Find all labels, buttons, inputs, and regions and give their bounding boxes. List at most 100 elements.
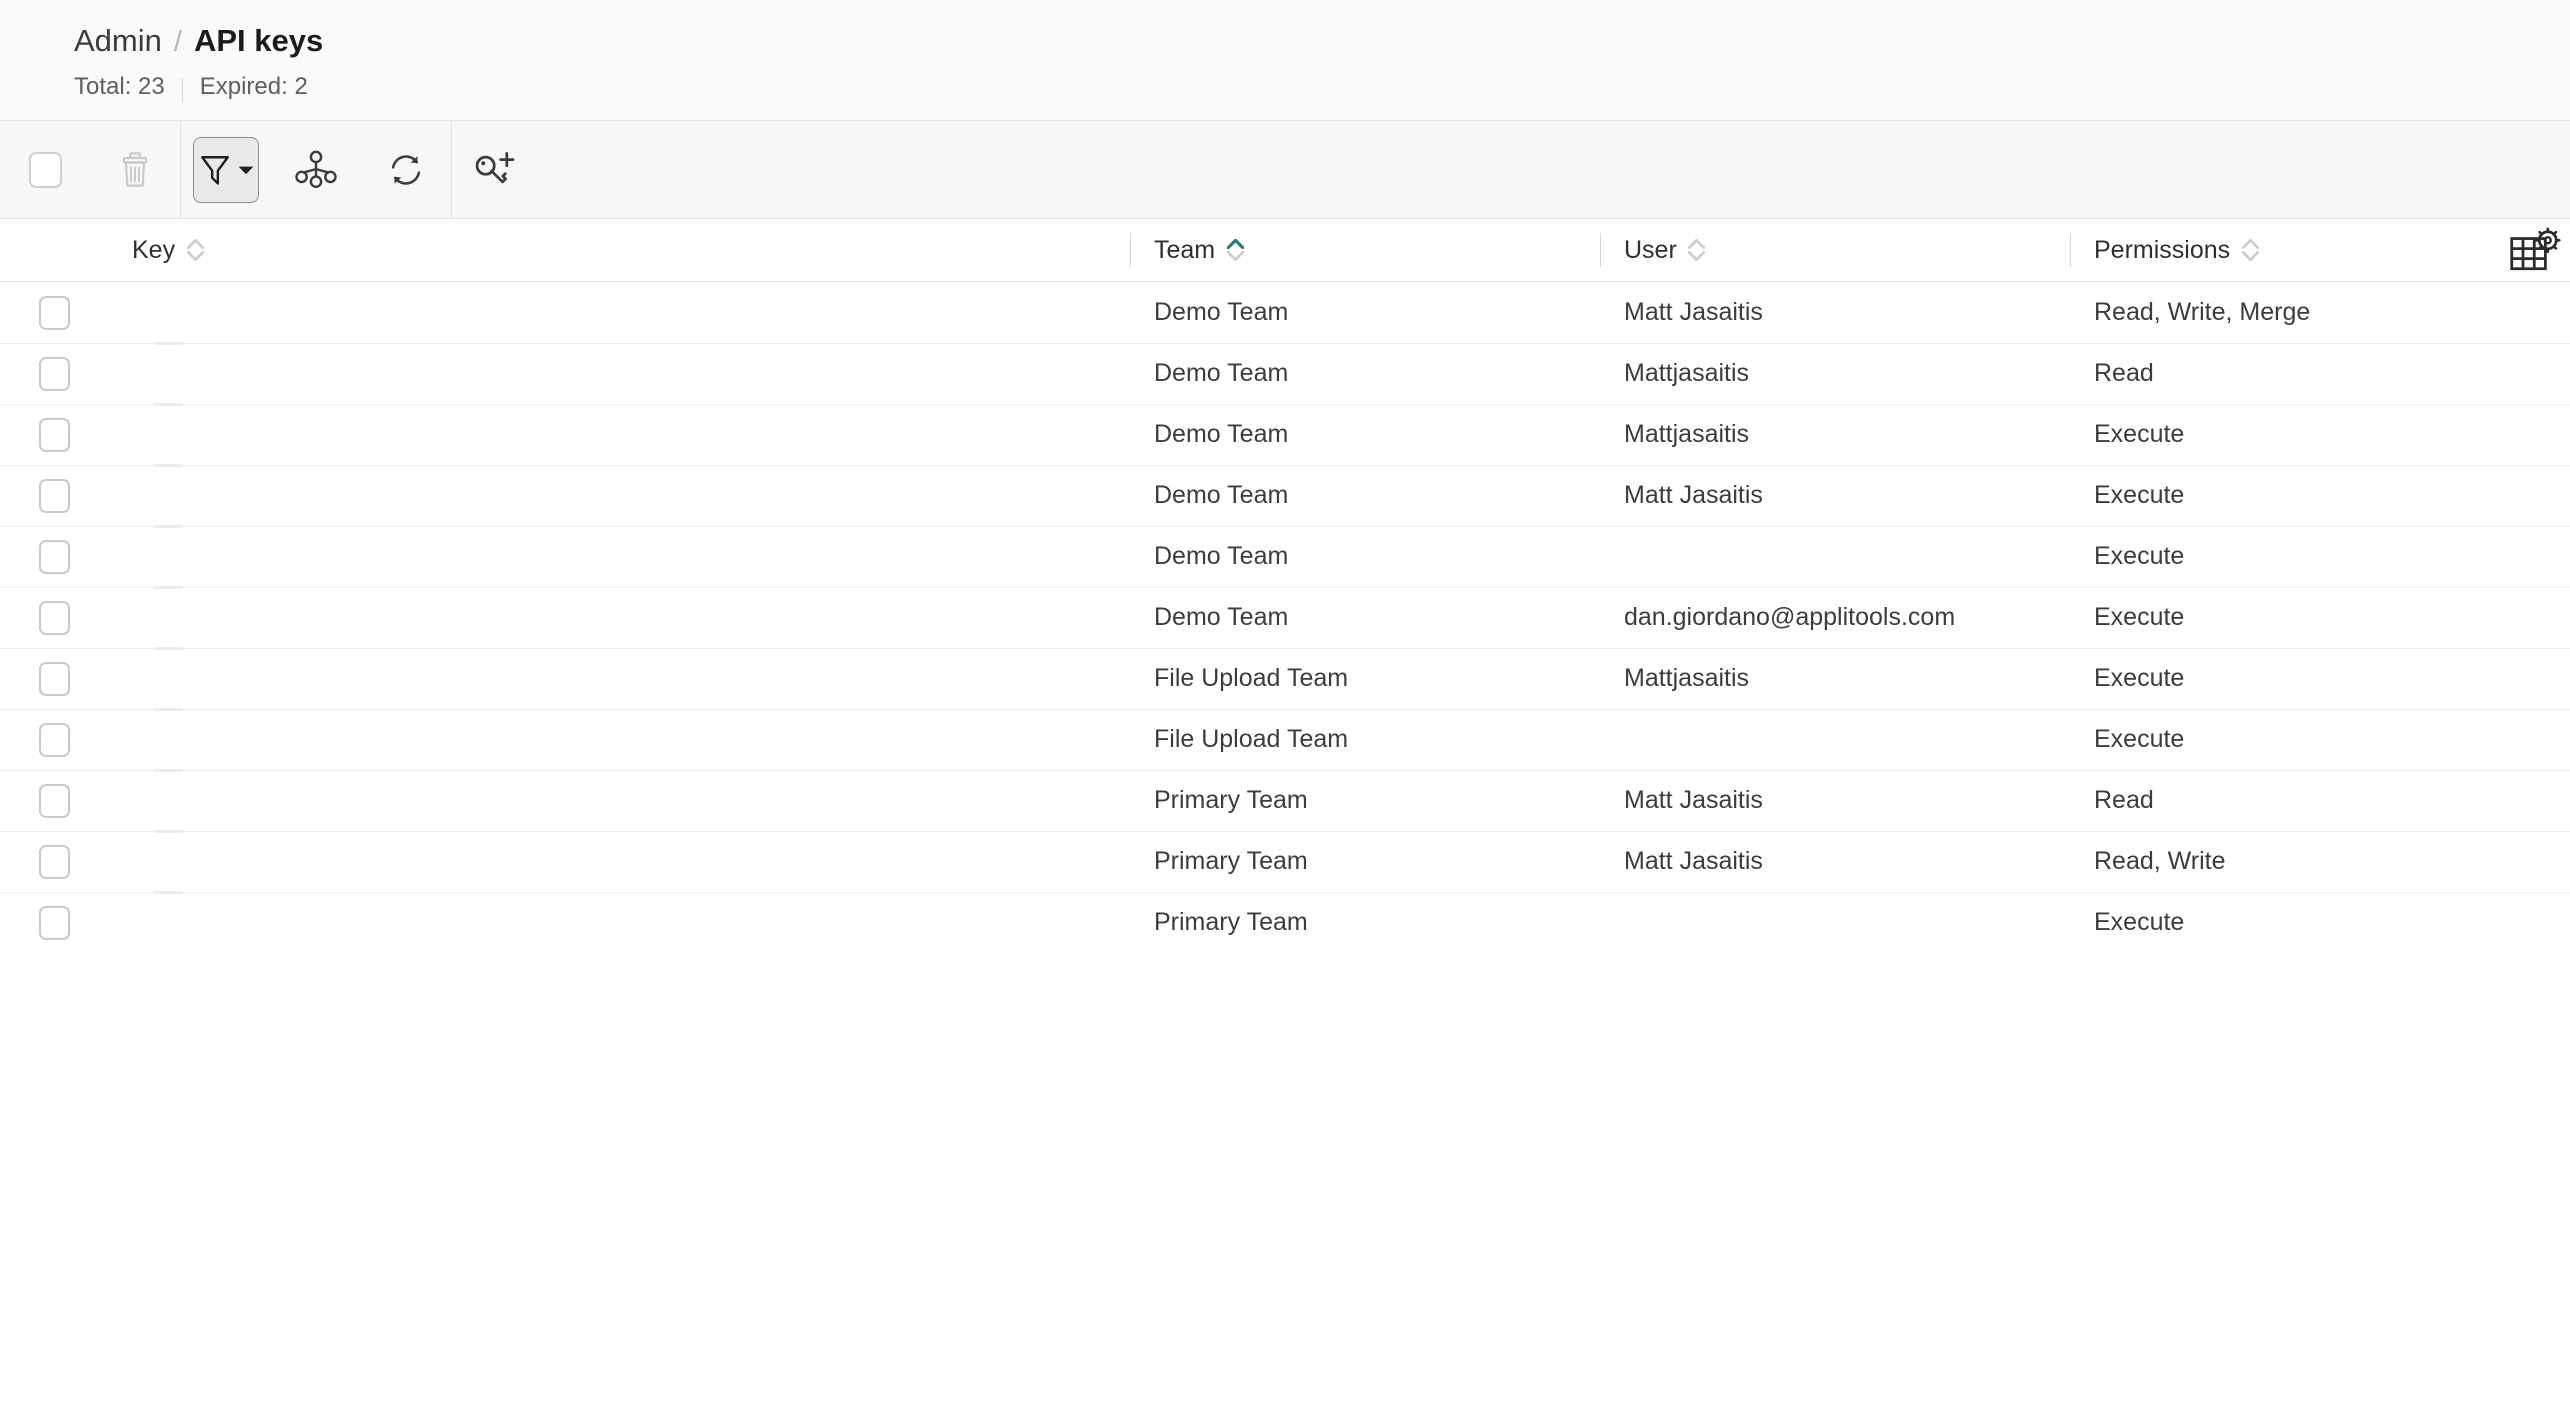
cell-team-value: Primary Team xyxy=(1154,786,1308,815)
table-row[interactable]: OA110Demo TeamExecute xyxy=(0,526,2570,587)
breadcrumb-parent-admin[interactable]: Admin xyxy=(74,24,162,58)
cell-permissions-value: Execute xyxy=(2094,908,2184,937)
sort-descending-icon xyxy=(1227,251,1244,261)
column-header-team-sort[interactable]: Team xyxy=(1130,236,1244,265)
cell-key[interactable]: 03AbWA1c110 xyxy=(108,709,1130,770)
key-clip: No110 xyxy=(108,420,1130,449)
select-all-checkbox[interactable] xyxy=(29,152,62,188)
row-select-cell xyxy=(0,587,108,648)
sort-ascending-icon xyxy=(187,239,204,249)
column-header-key-sort[interactable]: Key xyxy=(108,236,204,265)
cell-permissions-value: Read, Write, Merge xyxy=(2094,298,2310,327)
refresh-icon xyxy=(387,151,425,189)
column-header-permissions-label: Permissions xyxy=(2094,236,2230,265)
cell-team-value: Demo Team xyxy=(1154,298,1288,327)
cell-permissions-value: Read xyxy=(2094,786,2154,815)
row-select-cell xyxy=(0,404,108,465)
header-cell-select xyxy=(0,219,108,281)
key-clip: BZc110 xyxy=(108,908,1130,937)
filter-button-content xyxy=(199,153,254,187)
delete-button[interactable] xyxy=(102,137,168,203)
sort-indicator-key[interactable] xyxy=(186,239,204,261)
cell-team: Demo Team xyxy=(1130,465,1600,526)
cell-permissions-value: Execute xyxy=(2094,542,2184,571)
key-clip: EbeAohBPJPQ110 xyxy=(108,603,1130,632)
stat-expired: Expired: 2 xyxy=(200,73,308,101)
key-clip: 01ZX4GgCIY110 xyxy=(108,481,1130,510)
cell-key[interactable]: W9yKE110 xyxy=(108,648,1130,709)
filter-button[interactable] xyxy=(193,137,259,203)
cell-key[interactable]: P3tSYQA110 xyxy=(108,282,1130,343)
table-row[interactable]: lowE110Primary TeamMatt JasaitisRead, Wr… xyxy=(0,831,2570,892)
cell-user: dan.giordano@applitools.com xyxy=(1600,587,2070,648)
sort-ascending-icon xyxy=(1688,239,1705,249)
row-checkbox[interactable] xyxy=(39,784,70,818)
cell-key[interactable]: qnKhk110 xyxy=(108,770,1130,831)
row-checkbox[interactable] xyxy=(39,601,70,635)
sort-ascending-icon xyxy=(1227,239,1244,249)
row-divider-stub xyxy=(155,403,183,406)
table-row[interactable]: EbeAohBPJPQ110Demo Teamdan.giordano@appl… xyxy=(0,587,2570,648)
row-select-cell xyxy=(0,343,108,404)
cell-key[interactable]: EbeAohBPJPQ110 xyxy=(108,587,1130,648)
sort-indicator-permissions[interactable] xyxy=(2241,239,2259,261)
teams-hierarchy-button[interactable] xyxy=(283,137,349,203)
table-row[interactable]: 9VIGFw110Demo TeamMattjasaitisRead xyxy=(0,343,2570,404)
cell-user: Mattjasaitis xyxy=(1600,343,2070,404)
table-header-row: Key Team xyxy=(0,219,2570,282)
column-header-team[interactable]: Team xyxy=(1130,219,1600,281)
table-row[interactable]: 03AbWA1c110File Upload TeamExecute xyxy=(0,709,2570,770)
table-row[interactable]: W9yKE110File Upload TeamMattjasaitisExec… xyxy=(0,648,2570,709)
column-header-permissions-sort[interactable]: Permissions xyxy=(2070,236,2259,265)
row-checkbox[interactable] xyxy=(39,540,70,574)
row-checkbox[interactable] xyxy=(39,357,70,391)
cell-team-value: Demo Team xyxy=(1154,359,1288,388)
cell-team-value: File Upload Team xyxy=(1154,725,1348,754)
cell-user: Mattjasaitis xyxy=(1600,404,2070,465)
row-divider-stub xyxy=(155,769,183,772)
table-row[interactable]: BZc110Primary TeamExecute xyxy=(0,892,2570,953)
row-checkbox[interactable] xyxy=(39,296,70,330)
row-checkbox[interactable] xyxy=(39,723,70,757)
table-settings-slot xyxy=(2510,219,2570,281)
row-checkbox[interactable] xyxy=(39,845,70,879)
row-divider-stub xyxy=(155,342,183,345)
sort-descending-icon xyxy=(187,251,204,261)
table-row[interactable]: P3tSYQA110Demo TeamMatt JasaitisRead, Wr… xyxy=(0,282,2570,343)
refresh-button[interactable] xyxy=(373,137,439,203)
cell-key[interactable]: 9VIGFw110 xyxy=(108,343,1130,404)
row-select-cell xyxy=(0,282,108,343)
row-checkbox[interactable] xyxy=(39,662,70,696)
row-divider-stub xyxy=(155,525,183,528)
row-divider-stub xyxy=(155,647,183,650)
cell-key[interactable]: 01ZX4GgCIY110 xyxy=(108,465,1130,526)
column-header-key[interactable]: Key xyxy=(108,219,1130,281)
sort-indicator-team[interactable] xyxy=(1226,239,1244,261)
cell-key[interactable]: OA110 xyxy=(108,526,1130,587)
row-divider-stub xyxy=(155,830,183,833)
table-settings-icon[interactable] xyxy=(2510,227,2562,273)
sort-indicator-user[interactable] xyxy=(1688,239,1706,261)
create-api-key-button[interactable] xyxy=(464,137,530,203)
hierarchy-slot xyxy=(271,120,361,219)
cell-team: Demo Team xyxy=(1130,587,1600,648)
row-checkbox[interactable] xyxy=(39,906,70,940)
table-row[interactable]: qnKhk110Primary TeamMatt JasaitisRead xyxy=(0,770,2570,831)
cell-key[interactable]: No110 xyxy=(108,404,1130,465)
row-checkbox[interactable] xyxy=(39,479,70,513)
api-keys-table: Key Team xyxy=(0,219,2570,953)
table-row[interactable]: No110Demo TeamMattjasaitisExecute xyxy=(0,404,2570,465)
column-header-user-sort[interactable]: User xyxy=(1600,236,1706,265)
key-clip: 9VIGFw110 xyxy=(108,359,1130,388)
key-clip: P3tSYQA110 xyxy=(108,298,1130,327)
cell-permissions: Read, Write, Merge xyxy=(2070,282,2570,343)
cell-user-value: Mattjasaitis xyxy=(1624,359,1749,388)
cell-key[interactable]: lowE110 xyxy=(108,831,1130,892)
cell-team: File Upload Team xyxy=(1130,709,1600,770)
column-header-user[interactable]: User xyxy=(1600,219,2070,281)
key-clip: OA110 xyxy=(108,542,1130,571)
cell-key[interactable]: BZc110 xyxy=(108,892,1130,953)
column-header-permissions[interactable]: Permissions xyxy=(2070,219,2570,281)
row-checkbox[interactable] xyxy=(39,418,70,452)
table-row[interactable]: 01ZX4GgCIY110Demo TeamMatt JasaitisExecu… xyxy=(0,465,2570,526)
